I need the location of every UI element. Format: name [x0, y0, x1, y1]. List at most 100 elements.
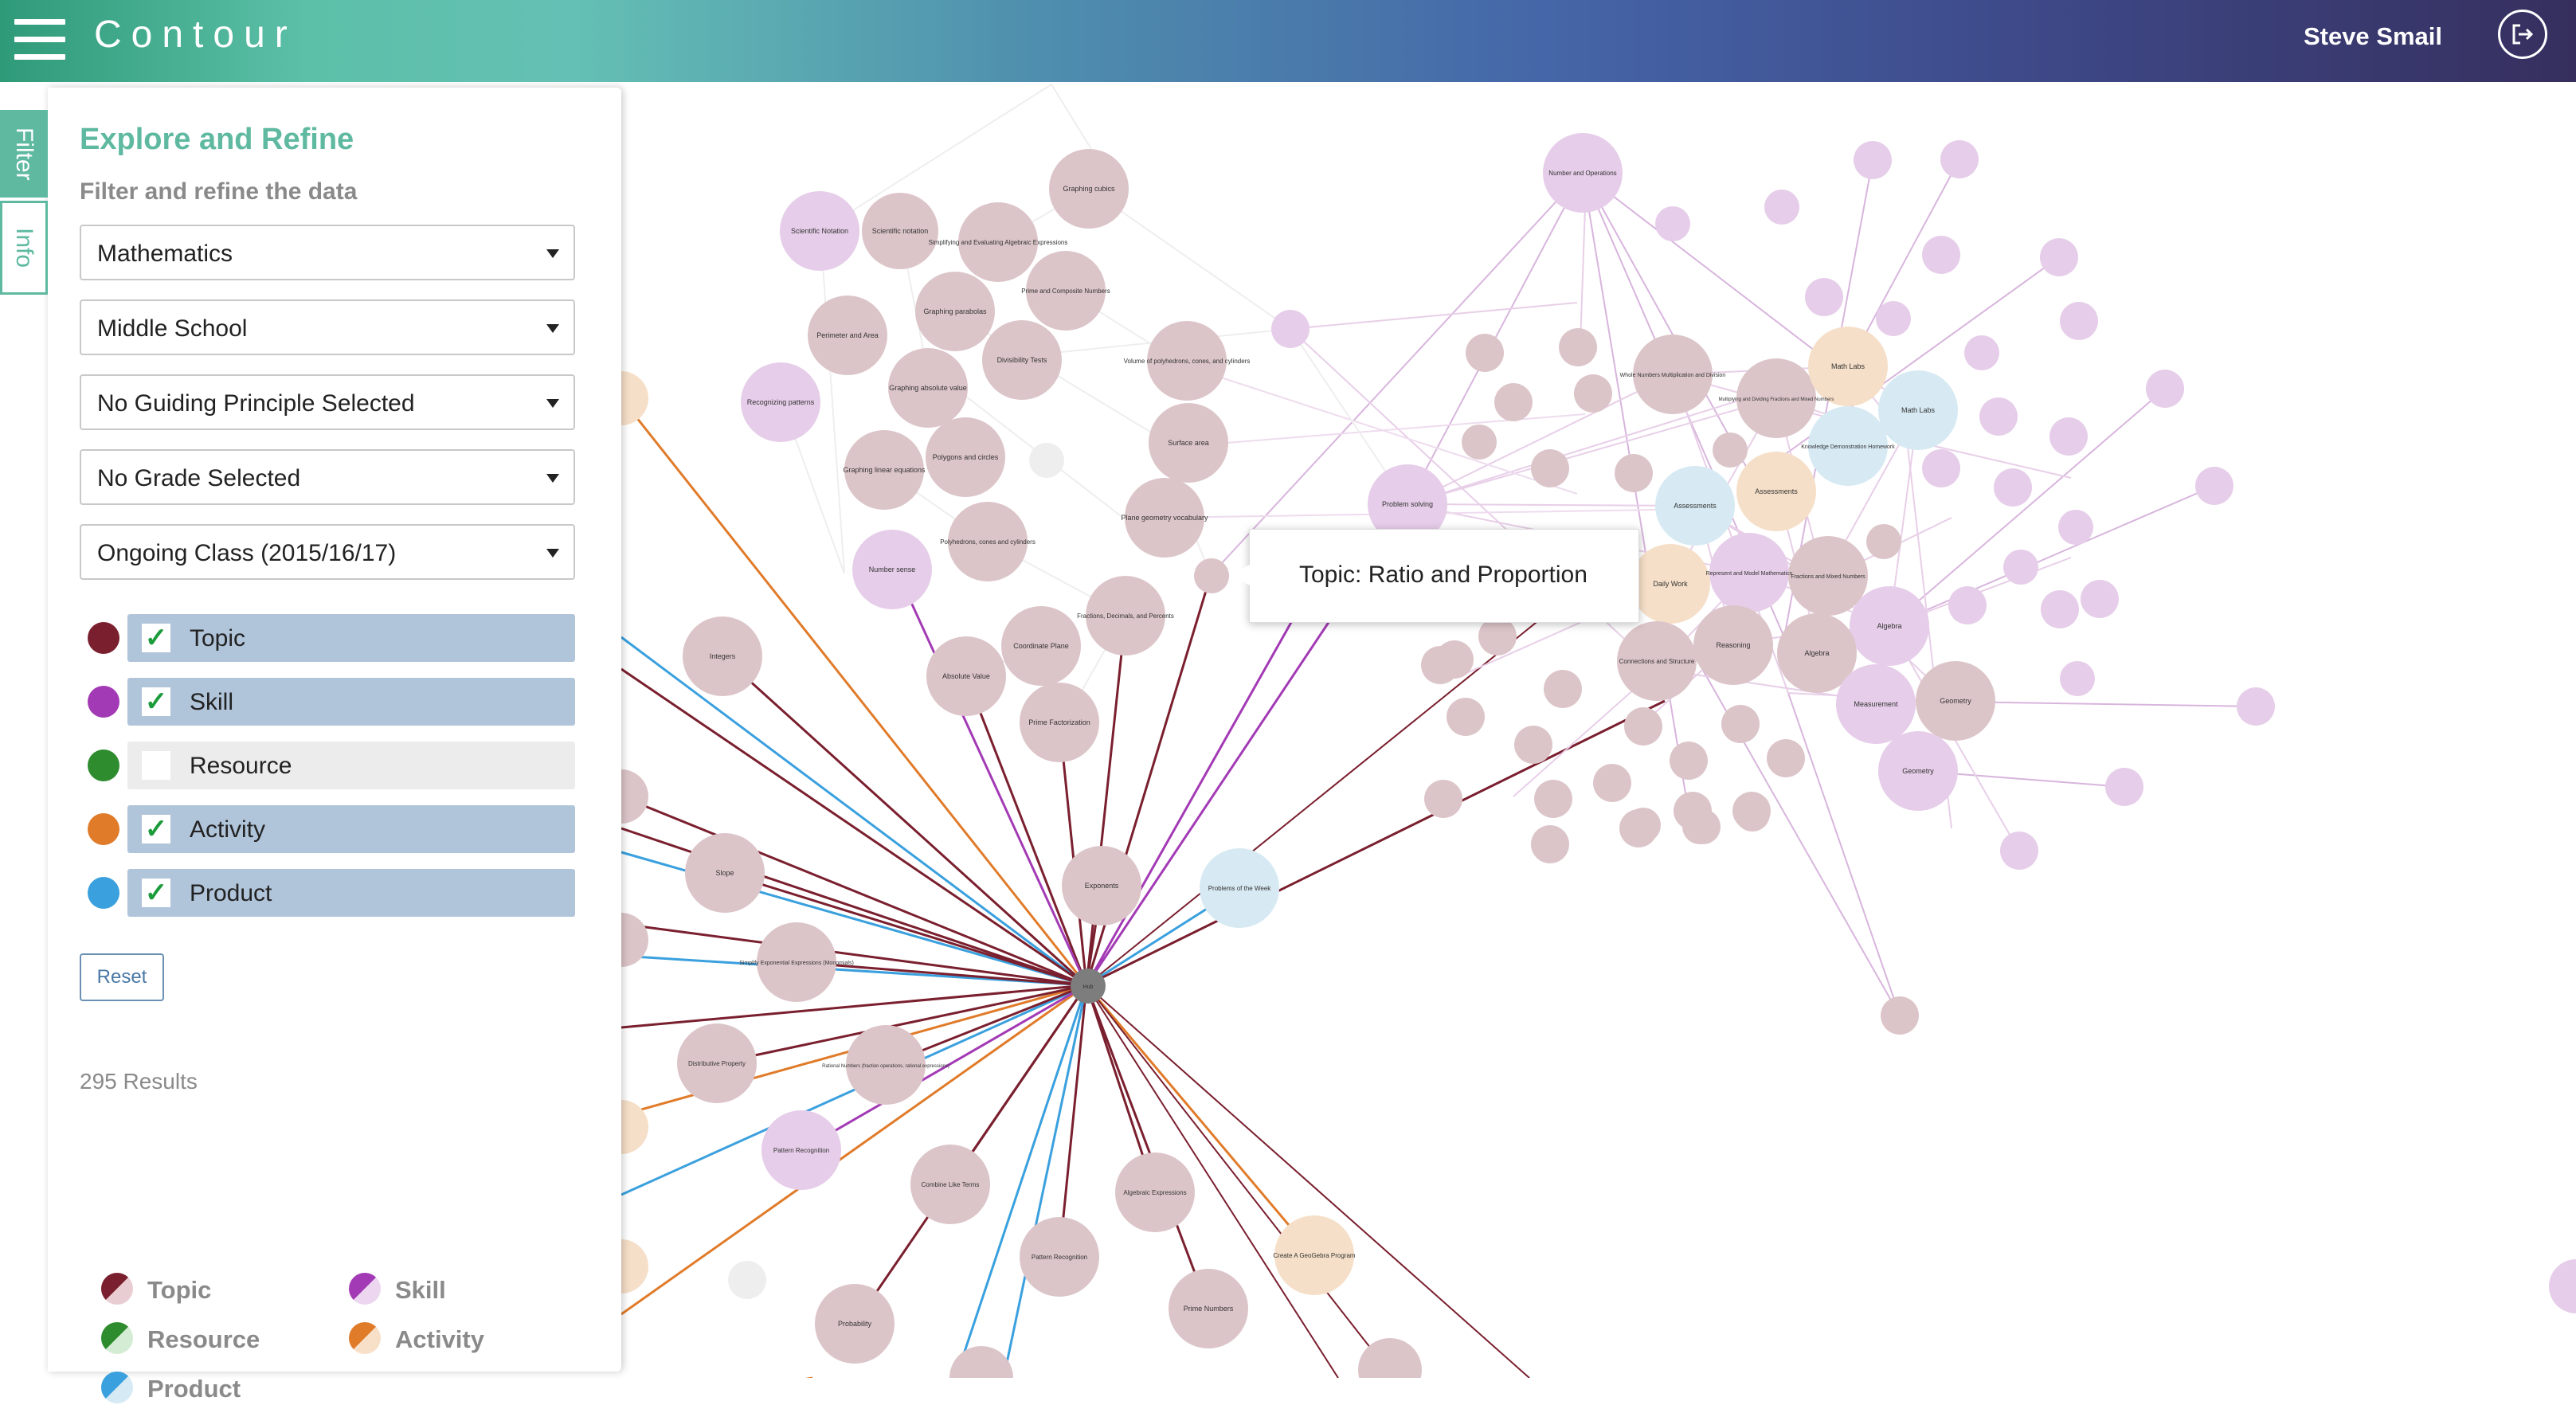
graph-node-small[interactable] — [1994, 468, 2032, 507]
graph-node-small[interactable] — [1876, 301, 1911, 336]
graph-node-small[interactable] — [1655, 206, 1690, 241]
graph-node-partial[interactable] — [2549, 1259, 2576, 1313]
graph-node-label: Daily Work — [1653, 580, 1688, 588]
graph-node-label: Math Labs — [1901, 406, 1936, 414]
graph-node-label: Math Labs — [1831, 362, 1865, 370]
guiding-principle-select[interactable]: No Guiding Principle Selected — [80, 374, 575, 430]
graph-node-label: Graphing parabolas — [923, 307, 987, 315]
graph-node-small[interactable] — [1964, 335, 1999, 370]
graph-node-small[interactable] — [1624, 707, 1662, 746]
graph-node-label: Slope — [715, 869, 734, 877]
graph-node-small[interactable] — [2003, 550, 2038, 585]
graph-node-small[interactable] — [2237, 687, 2275, 726]
school-level-select[interactable]: Middle School — [80, 299, 575, 355]
graph-node-small[interactable] — [1735, 796, 1770, 832]
type-toggle-product[interactable]: ✓ Product — [127, 869, 575, 917]
graph-node-small[interactable] — [1194, 558, 1229, 593]
graph-node-label: Surface area — [1168, 439, 1209, 447]
graph-node-small[interactable] — [1424, 780, 1462, 818]
graph-node-small[interactable] — [1615, 454, 1653, 492]
graph-edge — [820, 230, 845, 574]
graph-node-label: Measurement — [1854, 700, 1898, 708]
activity-checkbox[interactable]: ✓ — [142, 815, 170, 843]
graph-node-label: Assessments — [1755, 487, 1798, 495]
graph-node-small[interactable] — [1466, 334, 1504, 372]
reset-button[interactable]: Reset — [80, 953, 164, 1001]
graph-node-small[interactable] — [1494, 383, 1533, 421]
graph-node-small[interactable] — [1559, 328, 1597, 366]
graph-node-small[interactable] — [1940, 140, 1979, 178]
subject-select[interactable]: Mathematics — [80, 225, 575, 280]
graph-node-small[interactable] — [1534, 780, 1572, 818]
graph-node-label: Polygons and circles — [933, 453, 999, 461]
graph-node-label: Create A GeoGebra Program — [1273, 1252, 1356, 1259]
type-toggle-activity[interactable]: ✓ Activity — [127, 805, 575, 853]
graph-node-small[interactable] — [1626, 808, 1661, 843]
graph-hub-label: Hub — [1083, 984, 1094, 990]
graph-nodes[interactable] — [594, 133, 2576, 1378]
graph-node-small[interactable] — [1866, 524, 1901, 559]
tab-filter[interactable]: Filter — [0, 110, 48, 198]
user-name[interactable]: Steve Smail — [2304, 21, 2442, 53]
legend-label: Resource — [147, 1325, 260, 1353]
graph-node-small[interactable] — [1922, 449, 1960, 487]
tab-info[interactable]: Info — [0, 201, 48, 295]
graph-node-small[interactable] — [1544, 670, 1582, 708]
graph-node-small[interactable] — [1767, 739, 1805, 777]
graph-node-small[interactable] — [1531, 449, 1569, 487]
graph-node-label: Prime and Composite Numbers — [1021, 288, 1110, 295]
resource-checkbox[interactable] — [142, 751, 170, 780]
graph-node-small[interactable] — [2060, 302, 2098, 340]
hamburger-menu-icon[interactable] — [14, 19, 65, 61]
graph-node-small[interactable] — [1685, 809, 1721, 844]
graph-node-small[interactable] — [1533, 828, 1568, 863]
product-checkbox[interactable]: ✓ — [142, 879, 170, 907]
graph-node-partial[interactable] — [949, 1346, 1013, 1378]
graph-node-small[interactable] — [2105, 768, 2143, 806]
graph-node-small[interactable] — [1574, 374, 1612, 413]
logout-icon[interactable] — [2498, 10, 2547, 59]
graph-node-small[interactable] — [2146, 370, 2184, 408]
graph-node-small[interactable] — [2049, 417, 2088, 456]
graph-node-label: Simplifying and Evaluating Algebraic Exp… — [929, 239, 1068, 246]
graph-node-small[interactable] — [2195, 467, 2233, 505]
graph-node-small[interactable] — [1514, 726, 1552, 764]
product-color-dot-icon — [88, 877, 119, 909]
caret-down-icon — [546, 249, 559, 258]
grade-select[interactable]: No Grade Selected — [80, 449, 575, 505]
graph-node-label: Geometry — [1940, 697, 1971, 705]
graph-node-small[interactable] — [1854, 141, 1892, 179]
graph-node-small[interactable] — [2060, 661, 2095, 696]
graph-node-small[interactable] — [2058, 510, 2093, 545]
graph-node-label: Combine Like Terms — [922, 1181, 980, 1188]
graph-node-small[interactable] — [1593, 764, 1631, 802]
graph-node-small[interactable] — [1271, 310, 1310, 348]
graph-node-small[interactable] — [1421, 646, 1459, 684]
graph-node-small[interactable] — [1029, 443, 1064, 478]
topic-checkbox[interactable]: ✓ — [142, 624, 170, 652]
type-toggle-resource[interactable]: Resource — [127, 742, 575, 789]
graph-node-small[interactable] — [1447, 698, 1485, 736]
graph-node-small[interactable] — [1979, 397, 2018, 436]
skill-checkbox[interactable]: ✓ — [142, 687, 170, 716]
type-toggle-topic[interactable]: ✓ Topic — [127, 614, 575, 662]
results-count: 295 Results — [80, 1069, 198, 1094]
graph-node-small[interactable] — [2041, 590, 2079, 628]
graph-node-small[interactable] — [728, 1261, 766, 1299]
class-select[interactable]: Ongoing Class (2015/16/17) — [80, 524, 575, 580]
graph-node-small[interactable] — [1462, 425, 1497, 460]
graph-node-small[interactable] — [1805, 278, 1843, 316]
graph-node-small[interactable] — [1881, 996, 1919, 1035]
graph-edge — [621, 667, 1087, 987]
graph-node-small[interactable] — [1478, 617, 1517, 656]
graph-node-small[interactable] — [1721, 705, 1760, 743]
graph-node-small[interactable] — [2040, 238, 2078, 276]
graph-node-small[interactable] — [1922, 236, 1960, 274]
graph-node-small[interactable] — [1713, 432, 1748, 468]
graph-node-small[interactable] — [2000, 832, 2038, 870]
graph-node-small[interactable] — [1764, 190, 1799, 225]
graph-node-small[interactable] — [1948, 586, 1987, 624]
graph-node-small[interactable] — [2081, 580, 2119, 618]
type-toggle-skill[interactable]: ✓ Skill — [127, 678, 575, 726]
graph-node-small[interactable] — [1670, 742, 1708, 780]
